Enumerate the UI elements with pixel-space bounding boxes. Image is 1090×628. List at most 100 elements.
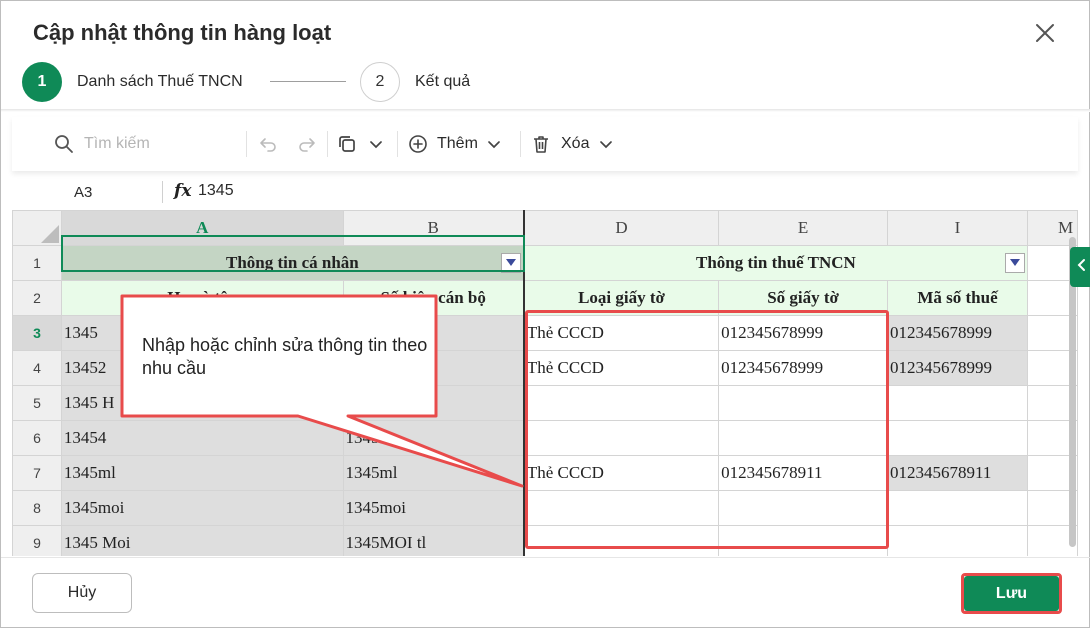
cell-document-number[interactable] — [718, 385, 889, 421]
step-1-label: Danh sách Thuế TNCN — [77, 73, 243, 90]
cell-staff-id[interactable]: 1345ml — [342, 455, 525, 491]
cell-reference[interactable]: A3 — [74, 184, 92, 201]
formula-input[interactable]: 1345 — [198, 182, 234, 200]
row-header[interactable]: 3 — [12, 315, 62, 351]
column-header-row: A B D E I M — [12, 210, 1078, 246]
cell-document-type[interactable] — [523, 420, 720, 456]
cell-document-type[interactable] — [523, 385, 720, 421]
chevron-down-icon — [487, 137, 501, 151]
sub-header-tax-code[interactable]: Mã số thuế — [887, 280, 1028, 316]
cell-tax-code[interactable] — [887, 385, 1028, 421]
cell-full-name[interactable]: 1345 Moi — [60, 525, 344, 556]
table-row: 1 Thông tin cá nhân Thông tin thuế TNCN — [12, 245, 1078, 281]
undo-icon[interactable] — [259, 117, 277, 171]
toolbar-separator — [327, 131, 328, 157]
cell-document-type[interactable]: Thẻ CCCD — [523, 315, 720, 351]
column-header-a[interactable]: A — [60, 210, 344, 246]
group-header-tax[interactable]: Thông tin thuế TNCN — [523, 245, 1028, 281]
cell-full-name[interactable]: 1345 H — [60, 385, 344, 421]
add-button[interactable]: Thêm — [408, 117, 501, 171]
row-header[interactable]: 2 — [12, 280, 62, 316]
cell-document-number[interactable] — [718, 420, 889, 456]
row-header[interactable]: 9 — [12, 525, 62, 556]
chevron-left-icon — [1076, 258, 1086, 277]
cell-tax-code[interactable] — [887, 525, 1028, 556]
cell-tax-code[interactable] — [887, 420, 1028, 456]
cell-full-name[interactable]: 13454 — [60, 420, 344, 456]
cell-document-type[interactable]: Thẻ CCCD — [523, 455, 720, 491]
cell-document-type[interactable] — [523, 490, 720, 526]
row-header[interactable]: 7 — [12, 455, 62, 491]
table-row: 2 Họ và tên Số hiệu cán bộ Loại giấy tờ … — [12, 280, 1078, 316]
cell-document-type[interactable]: Thẻ CCCD — [523, 350, 720, 386]
cell-tax-code[interactable]: 012345678999 — [887, 315, 1028, 351]
toolbar-separator — [246, 131, 247, 157]
group-header-label: Thông tin cá nhân — [226, 253, 359, 272]
row-header[interactable]: 4 — [12, 350, 62, 386]
column-header-b[interactable]: B — [342, 210, 525, 246]
cell-tax-code[interactable]: 012345678911 — [887, 455, 1028, 491]
cell-staff-id[interactable]: 1345 — [342, 420, 525, 456]
cancel-button[interactable]: Hủy — [32, 573, 132, 613]
filter-dropdown-icon[interactable] — [500, 253, 521, 273]
redo-icon[interactable] — [298, 117, 316, 171]
save-button-highlight: Lưu — [961, 573, 1062, 614]
search-box[interactable]: Tìm kiếm — [54, 117, 150, 171]
select-all-corner[interactable] — [12, 210, 62, 246]
table-row: 5 1345 H — [12, 385, 1078, 421]
trash-icon — [531, 134, 551, 154]
sub-header-document-type[interactable]: Loại giấy tờ — [523, 280, 720, 316]
header-divider — [1, 109, 1090, 112]
row-header[interactable]: 1 — [12, 245, 62, 281]
search-input[interactable]: Tìm kiếm — [84, 135, 150, 153]
toolbar-separator — [520, 131, 521, 157]
cell-document-number[interactable]: 012345678911 — [718, 455, 889, 491]
cell-document-number[interactable] — [718, 490, 889, 526]
step-connector — [270, 81, 346, 82]
cell-staff-id[interactable] — [342, 385, 525, 421]
row-header[interactable]: 6 — [12, 420, 62, 456]
cell-document-number[interactable]: 012345678999 — [718, 350, 889, 386]
table-row: 7 1345ml 1345ml Thẻ CCCD 012345678911 01… — [12, 455, 1078, 491]
cell-staff-id[interactable]: 1345MOI tl — [342, 525, 525, 556]
add-label: Thêm — [437, 135, 478, 152]
cell-tax-code[interactable]: 012345678999 — [887, 350, 1028, 386]
column-header-e[interactable]: E — [718, 210, 889, 246]
row-header[interactable]: 8 — [12, 490, 62, 526]
cell-full-name[interactable]: 1345moi — [60, 490, 344, 526]
sub-header-document-number[interactable]: Số giấy tờ — [718, 280, 889, 316]
update-dialog: Cập nhật thông tin hàng loạt 1 Danh sách… — [0, 0, 1090, 628]
column-header-d[interactable]: D — [523, 210, 720, 246]
copy-button[interactable] — [337, 117, 383, 171]
table-row: 6 13454 1345 — [12, 420, 1078, 456]
cell-document-type[interactable] — [523, 525, 720, 556]
step-2-label: Kết quả — [415, 73, 471, 90]
cell-document-number[interactable] — [718, 525, 889, 556]
chevron-down-icon — [369, 137, 383, 151]
sub-header-staff-id[interactable]: Số hiệu cán bộ — [342, 280, 525, 316]
table-row: 8 1345moi 1345moi — [12, 490, 1078, 526]
cell-full-name[interactable]: 1345ml — [60, 455, 344, 491]
formula-bar: A3 fx 1345 — [12, 179, 1078, 207]
delete-button[interactable]: Xóa — [531, 117, 613, 171]
toolbar-separator — [397, 131, 398, 157]
table-row: 9 1345 Moi 1345MOI tl — [12, 525, 1078, 556]
close-icon[interactable] — [1031, 19, 1059, 47]
delete-label: Xóa — [561, 135, 590, 152]
cell-tax-code[interactable] — [887, 490, 1028, 526]
step-1-indicator: 1 — [22, 62, 62, 102]
sub-header-full-name[interactable]: Họ và tên — [60, 280, 344, 316]
side-panel-toggle[interactable] — [1070, 247, 1090, 287]
spreadsheet: A B D E I M 1 Thông tin cá nhân Thông ti… — [12, 210, 1078, 556]
cell-staff-id[interactable]: 1345moi — [342, 490, 525, 526]
copy-icon — [337, 134, 357, 154]
spreadsheet-grid: A B D E I M 1 Thông tin cá nhân Thông ti… — [12, 210, 1078, 556]
filter-dropdown-icon[interactable] — [1004, 253, 1025, 273]
cell-document-number[interactable]: 012345678999 — [718, 315, 889, 351]
row-header[interactable]: 5 — [12, 385, 62, 421]
chevron-down-icon — [599, 137, 613, 151]
save-button[interactable]: Lưu — [964, 576, 1059, 611]
group-header-personal[interactable]: Thông tin cá nhân — [60, 245, 525, 281]
column-header-i[interactable]: I — [887, 210, 1028, 246]
group-header-label: Thông tin thuế TNCN — [696, 253, 856, 272]
